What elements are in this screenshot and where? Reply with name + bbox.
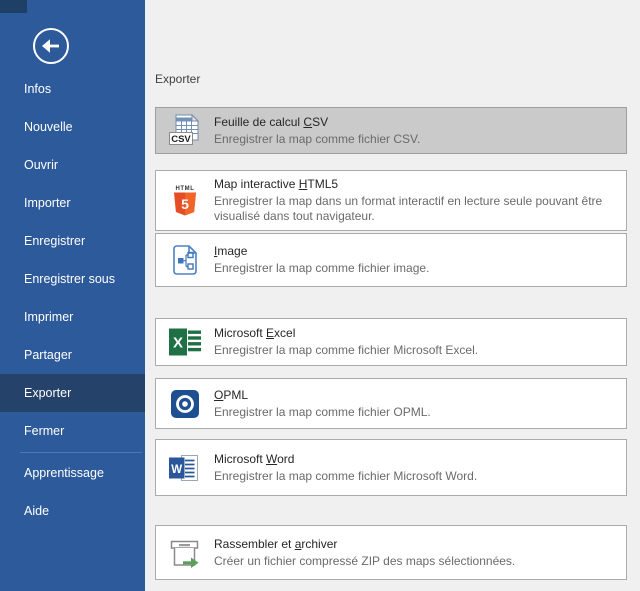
export-option-csv[interactable]: CSV Feuille de calcul CSV Enregistrer la… (155, 107, 627, 154)
export-option-word[interactable]: W Microsoft Word Enregistrer la map comm… (155, 439, 627, 496)
sidebar-item-infos[interactable]: Infos (0, 70, 145, 108)
sidebar-item-enregistrer-sous[interactable]: Enregistrer sous (0, 260, 145, 298)
sidebar-item-imprimer[interactable]: Imprimer (0, 298, 145, 336)
sidebar-item-enregistrer[interactable]: Enregistrer (0, 222, 145, 260)
export-option-html5[interactable]: HTML 5 Map interactive HTML5 Enregistrer… (155, 170, 627, 231)
opml-icon (167, 388, 203, 420)
sidebar-item-importer[interactable]: Importer (0, 184, 145, 222)
export-option-desc: Enregistrer la map comme fichier image. (214, 261, 429, 276)
sidebar-item-ouvrir[interactable]: Ouvrir (0, 146, 145, 184)
export-option-desc: Créer un fichier compressé ZIP des maps … (214, 554, 515, 569)
export-option-title: Feuille de calcul CSV (214, 115, 420, 130)
sidebar: Infos Nouvelle Ouvrir Importer Enregistr… (0, 0, 145, 591)
titlebar-corner (0, 0, 27, 13)
export-option-desc: Enregistrer la map comme fichier Microso… (214, 469, 477, 484)
sidebar-item-partager[interactable]: Partager (0, 336, 145, 374)
export-option-title: OPML (214, 388, 431, 403)
image-export-icon (167, 243, 203, 277)
excel-icon: X (167, 326, 203, 358)
export-option-opml[interactable]: OPML Enregistrer la map comme fichier OP… (155, 378, 627, 429)
back-arrow-icon (31, 26, 71, 66)
export-option-title: Map interactive HTML5 (214, 177, 618, 192)
back-button[interactable] (31, 26, 71, 66)
export-option-desc: Enregistrer la map comme fichier Microso… (214, 343, 478, 358)
export-option-title: Microsoft Word (214, 452, 477, 467)
export-option-excel[interactable]: X Microsoft Excel Enregistrer la map com… (155, 318, 627, 366)
csv-badge-label: CSV (171, 133, 191, 144)
export-panel: Exporter CSV Feuille de calcul CSV Enreg… (145, 0, 640, 591)
sidebar-item-fermer[interactable]: Fermer (0, 412, 145, 450)
export-option-title: Rassembler et archiver (214, 537, 515, 552)
export-option-archive[interactable]: Rassembler et archiver Créer un fichier … (155, 525, 627, 580)
export-option-title: Microsoft Excel (214, 326, 478, 341)
html5-icon: HTML 5 (167, 183, 203, 219)
word-icon: W (167, 451, 203, 485)
page-title: Exporter (155, 72, 200, 86)
export-option-desc: Enregistrer la map comme fichier CSV. (214, 132, 420, 147)
backstage-export-view: { "sidebar": { "items": ["Infos", "Nouve… (0, 0, 640, 591)
html5-number-label: 5 (181, 196, 189, 212)
export-option-image[interactable]: Image Enregistrer la map comme fichier i… (155, 233, 627, 287)
sidebar-item-aide[interactable]: Aide (0, 492, 145, 530)
export-option-title: Image (214, 244, 429, 259)
export-option-desc: Enregistrer la map dans un format intera… (214, 194, 618, 224)
sidebar-item-nouvelle[interactable]: Nouvelle (0, 108, 145, 146)
sidebar-separator (20, 452, 142, 453)
word-letter-label: W (171, 463, 182, 475)
export-option-desc: Enregistrer la map comme fichier OPML. (214, 405, 431, 420)
sidebar-item-apprentissage[interactable]: Apprentissage (0, 454, 145, 492)
csv-spreadsheet-icon: CSV (167, 113, 203, 149)
sidebar-nav: Infos Nouvelle Ouvrir Importer Enregistr… (0, 70, 145, 530)
sidebar-item-exporter[interactable]: Exporter (0, 374, 145, 412)
html5-word-label: HTML (175, 186, 194, 192)
archive-box-icon (167, 536, 203, 570)
excel-letter-label: X (173, 335, 183, 352)
